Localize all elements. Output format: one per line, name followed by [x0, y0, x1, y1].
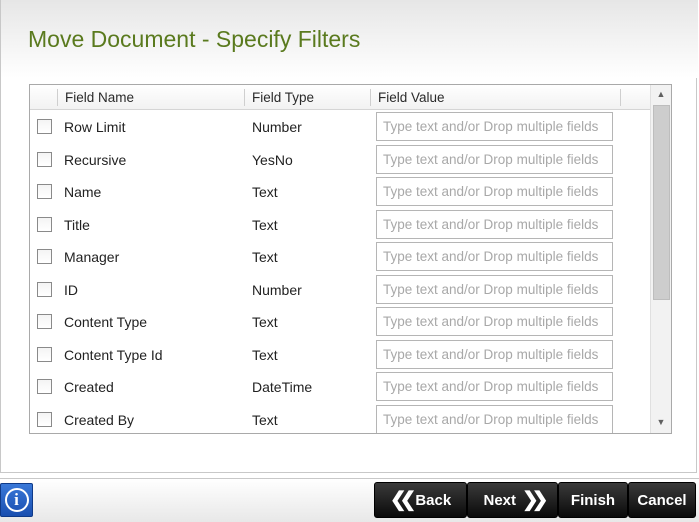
- field-name: ID: [64, 281, 78, 298]
- dialog-header: Move Document - Specify Filters: [1, 0, 698, 78]
- dialog-title: Move Document - Specify Filters: [28, 26, 361, 52]
- row-checkbox[interactable]: [37, 249, 52, 264]
- field-type: Text: [252, 346, 278, 363]
- field-value-input[interactable]: [376, 209, 613, 239]
- column-separator: [244, 89, 245, 106]
- field-name: Title: [64, 216, 90, 233]
- field-value-input[interactable]: [376, 372, 613, 401]
- info-icon: i: [4, 488, 29, 512]
- field-type: YesNo: [252, 151, 293, 168]
- field-type: Text: [252, 411, 278, 428]
- table-row: Recursive YesNo: [30, 144, 650, 176]
- field-type: Number: [252, 281, 302, 298]
- table-row: Content Type Id Text: [30, 339, 650, 371]
- field-value-input[interactable]: [376, 339, 613, 369]
- cancel-button-label: Cancel: [637, 491, 687, 509]
- finish-button-label: Finish: [570, 491, 616, 509]
- back-button[interactable]: ❮❮ Back: [374, 482, 467, 518]
- table-row: Name Text: [30, 176, 650, 208]
- column-separator: [620, 89, 621, 106]
- column-header-field-type[interactable]: Field Type: [252, 90, 314, 105]
- cancel-button[interactable]: Cancel: [628, 482, 696, 518]
- finish-button[interactable]: Finish: [558, 482, 628, 518]
- row-checkbox[interactable]: [37, 184, 52, 199]
- table-row: Title Text: [30, 209, 650, 241]
- table-row: Content Type Text: [30, 306, 650, 338]
- scroll-down-icon[interactable]: ▼: [651, 413, 671, 431]
- field-name: Name: [64, 184, 102, 200]
- row-checkbox[interactable]: [37, 151, 52, 167]
- column-separator: [370, 89, 371, 106]
- row-checkbox[interactable]: [37, 119, 52, 134]
- row-checkbox[interactable]: [37, 411, 52, 427]
- field-value-input[interactable]: [376, 144, 613, 174]
- table-row: Row Limit Number: [30, 111, 650, 143]
- field-type: Text: [252, 249, 278, 265]
- field-type: Text: [252, 216, 278, 233]
- dialog-footer: i ❮❮ Back Next ❯❯ Finish Cancel: [0, 478, 699, 522]
- next-button-label: Next: [483, 491, 516, 509]
- column-header-field-name[interactable]: Field Name: [65, 90, 134, 105]
- field-name: Row Limit: [64, 119, 126, 135]
- column-header-field-value[interactable]: Field Value: [378, 90, 445, 105]
- field-type: Number: [252, 119, 302, 135]
- scrollbar-thumb[interactable]: [653, 105, 670, 300]
- row-checkbox[interactable]: [37, 216, 52, 232]
- grid-header: Field Name Field Type Field Value: [30, 85, 650, 110]
- double-chevron-right-icon: ❯❯: [522, 489, 548, 511]
- field-value-input[interactable]: [376, 242, 613, 271]
- field-type: DateTime: [252, 379, 313, 395]
- table-row: Created DateTime: [30, 371, 650, 403]
- double-chevron-left-icon: ❮❮: [389, 489, 416, 511]
- field-name: Recursive: [64, 151, 127, 168]
- column-separator: [57, 89, 58, 106]
- field-name: Created By: [64, 411, 135, 428]
- field-name: Manager: [64, 249, 120, 265]
- field-value-input[interactable]: [376, 274, 613, 304]
- row-checkbox[interactable]: [37, 281, 52, 297]
- row-checkbox[interactable]: [37, 346, 52, 362]
- field-name: Content Type: [64, 314, 148, 330]
- table-row: ID Number: [30, 274, 650, 306]
- info-button[interactable]: i: [0, 483, 33, 517]
- field-name: Created: [64, 379, 114, 395]
- move-document-dialog: Move Document - Specify Filters Field Na…: [0, 0, 698, 473]
- table-row: Created By Text: [30, 404, 650, 433]
- field-type: Text: [252, 314, 278, 330]
- back-button-label: Back: [415, 491, 452, 509]
- row-checkbox[interactable]: [37, 379, 52, 394]
- field-value-input[interactable]: [376, 112, 613, 141]
- field-type: Text: [252, 184, 278, 200]
- next-button[interactable]: Next ❯❯: [467, 482, 558, 518]
- field-name: Content Type Id: [64, 346, 163, 363]
- filters-grid: Field Name Field Type Field Value Row Li…: [29, 84, 672, 434]
- table-row: Manager Text: [30, 241, 650, 273]
- scroll-up-icon[interactable]: ▲: [651, 85, 671, 103]
- vertical-scrollbar[interactable]: ▲ ▼: [650, 85, 671, 433]
- row-checkbox[interactable]: [37, 314, 52, 329]
- field-value-input[interactable]: [376, 177, 613, 206]
- field-value-input[interactable]: [376, 404, 613, 433]
- field-value-input[interactable]: [376, 307, 613, 336]
